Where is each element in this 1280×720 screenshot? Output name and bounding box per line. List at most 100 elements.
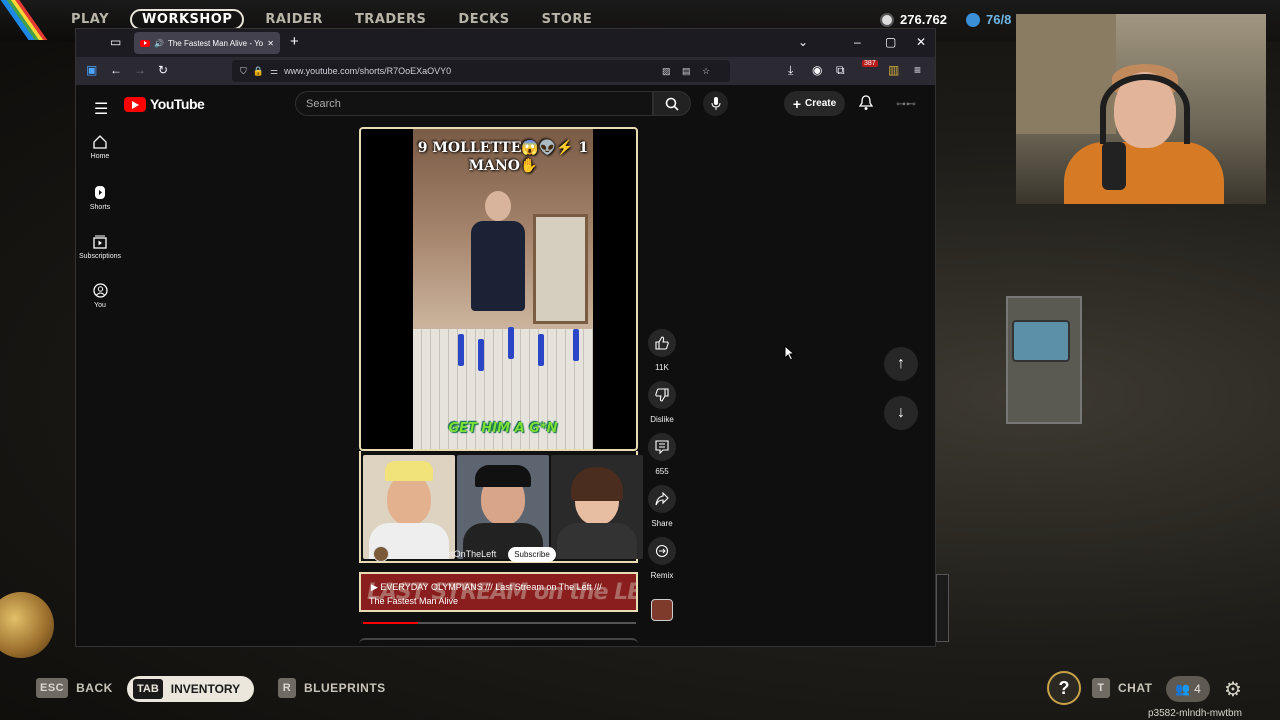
shield-icon[interactable]: ⛉: [240, 66, 247, 77]
url-text[interactable]: www.youtube.com/shorts/R7OoEXaOVY0: [284, 66, 451, 76]
dislike-button[interactable]: [648, 381, 676, 409]
thumbs-up-icon: [655, 336, 669, 350]
next-short-button[interactable]: ↓: [884, 396, 918, 430]
stream-banner[interactable]: LAST STREAM on the LEFT ▶ EVERYDAY OLYMP…: [359, 572, 638, 612]
chat-button[interactable]: T CHAT: [1092, 678, 1152, 698]
sidebar-toggle-icon[interactable]: ▣: [86, 63, 97, 77]
arrow-up-icon: ↑: [897, 355, 905, 372]
party-button[interactable]: 👥 4: [1166, 676, 1210, 702]
party-members-icon: 👥: [1175, 682, 1191, 696]
blueprints-button[interactable]: R BLUEPRINTS: [278, 678, 386, 698]
video-person-body: [471, 221, 525, 311]
nav-play[interactable]: PLAY: [60, 9, 120, 30]
short-video-player[interactable]: 9 MOLLETTE😱👽⚡ 1 MANO✋ GET HIM A G*N: [359, 127, 638, 451]
picture-icon[interactable]: ▨: [662, 66, 671, 77]
guide-menu-icon[interactable]: ☰: [94, 99, 108, 119]
channel-name[interactable]: @LastPodcastOnTheLeft: [395, 549, 496, 559]
comments-button[interactable]: [648, 433, 676, 461]
settings-gear-icon[interactable]: ⚙: [1224, 677, 1242, 702]
nav-store[interactable]: STORE: [531, 9, 604, 30]
arrow-down-icon: ↓: [897, 404, 905, 421]
search-button[interactable]: [653, 91, 691, 116]
previous-short-button[interactable]: ↑: [884, 347, 918, 381]
sidebar-item-subscriptions[interactable]: Subscriptions: [79, 235, 121, 260]
like-button[interactable]: [648, 329, 676, 357]
reload-icon[interactable]: ↻: [158, 63, 168, 77]
avatar-loading-icon[interactable]: ⊶⊷: [896, 99, 916, 110]
video-progress-bar[interactable]: [363, 622, 636, 624]
tab-overflow-chevron-icon[interactable]: ⌄: [798, 35, 808, 49]
thumbs-down-icon: [655, 388, 669, 402]
extensions-icon[interactable]: ⧉: [836, 63, 845, 78]
close-tab-icon[interactable]: ✕: [267, 39, 274, 48]
sidebar-label-you: You: [94, 302, 106, 309]
sidebar-item-shorts[interactable]: Shorts: [80, 185, 120, 211]
youtube-page: ☰ YouTube Search + Create ⊶⊷ Home Shorts: [76, 85, 935, 646]
back-button[interactable]: ESC BACK: [36, 678, 113, 698]
play-icon: ▶: [371, 582, 381, 592]
back-arrow-icon[interactable]: ←: [110, 63, 122, 77]
share-label: Share: [651, 519, 673, 528]
blueprints-label: BLUEPRINTS: [304, 681, 386, 695]
share-button[interactable]: [648, 485, 676, 513]
minimize-icon[interactable]: –: [854, 35, 861, 49]
sound-source-avatar[interactable]: [651, 599, 673, 621]
party-count: 4: [1194, 682, 1201, 696]
voice-search-button[interactable]: [703, 91, 728, 116]
navigation-bar: ▣ ← → ↻ ⛉ 🔒 ⚌ www.youtube.com/shorts/R7O…: [76, 57, 935, 85]
dislike-action[interactable]: Dislike: [647, 381, 677, 424]
webcam-microphone: [1102, 142, 1126, 190]
webcam-overlay: [1016, 14, 1266, 204]
help-button[interactable]: ?: [1047, 671, 1081, 705]
host-panel-1: [363, 455, 455, 559]
youtube-logo[interactable]: YouTube: [124, 96, 205, 112]
active-tab[interactable]: 🔊 The Fastest Man Alive - You ✕: [134, 32, 280, 54]
channel-avatar[interactable]: [373, 546, 389, 562]
search-input[interactable]: Search: [295, 91, 653, 116]
subscribe-button[interactable]: Subscribe: [508, 546, 556, 562]
notifications-bell-icon[interactable]: [858, 95, 874, 116]
create-button[interactable]: + Create: [784, 91, 845, 116]
reader-view-icon[interactable]: ▤: [682, 66, 691, 77]
remix-action[interactable]: Remix: [647, 537, 677, 580]
clothespin: [478, 339, 484, 371]
bookmark-star-icon[interactable]: ☆: [702, 66, 710, 77]
short-title[interactable]: The Fastest Man Alive: [369, 596, 458, 606]
new-tab-icon[interactable]: +: [290, 33, 299, 50]
comments-action[interactable]: 655: [647, 433, 677, 476]
account-icon[interactable]: ◉: [812, 63, 822, 77]
lock-icon[interactable]: 🔒: [253, 66, 264, 77]
nav-decks[interactable]: DECKS: [447, 9, 520, 30]
forward-arrow-icon[interactable]: →: [134, 63, 146, 77]
permissions-icon[interactable]: ⚌: [270, 66, 278, 77]
maximize-icon[interactable]: ▢: [885, 35, 896, 49]
download-icon[interactable]: ⤓: [788, 63, 793, 78]
inventory-button[interactable]: TAB INVENTORY: [127, 676, 254, 702]
r-key: R: [278, 678, 296, 698]
esc-key: ESC: [36, 678, 69, 698]
share-arrow-icon: [655, 492, 669, 506]
coins-value: 276.762: [900, 12, 947, 27]
webcam-person-jacket: [1064, 142, 1224, 204]
sidebar-item-you[interactable]: You: [80, 283, 120, 309]
podcast-video-panel[interactable]: @LastPodcastOnTheLeft Subscribe: [359, 451, 643, 563]
hamburger-menu-icon[interactable]: ≡: [914, 63, 921, 77]
nav-workshop[interactable]: WORKSHOP: [130, 9, 245, 30]
close-window-icon[interactable]: ✕: [916, 35, 926, 49]
extension-bars-icon[interactable]: ▥: [888, 63, 899, 77]
like-action[interactable]: 11K: [647, 329, 677, 372]
url-bar[interactable]: ⛉ 🔒 ⚌ www.youtube.com/shorts/R7OoEXaOVY0…: [232, 60, 730, 82]
tokens-value: 76/8: [986, 12, 1012, 27]
webcam-headset: [1100, 74, 1190, 144]
tab-list-icon[interactable]: ▭: [110, 35, 121, 49]
create-label: Create: [805, 98, 837, 109]
speaker-icon[interactable]: 🔊: [154, 39, 164, 48]
sidebar-item-home[interactable]: Home: [80, 135, 120, 160]
home-icon: [93, 135, 107, 149]
video-progress-fill: [363, 622, 418, 624]
remix-button[interactable]: [648, 537, 676, 565]
extension-badge[interactable]: 387: [862, 60, 878, 67]
nav-raider[interactable]: RAIDER: [254, 9, 334, 30]
share-action[interactable]: Share: [647, 485, 677, 528]
nav-traders[interactable]: TRADERS: [344, 9, 437, 30]
